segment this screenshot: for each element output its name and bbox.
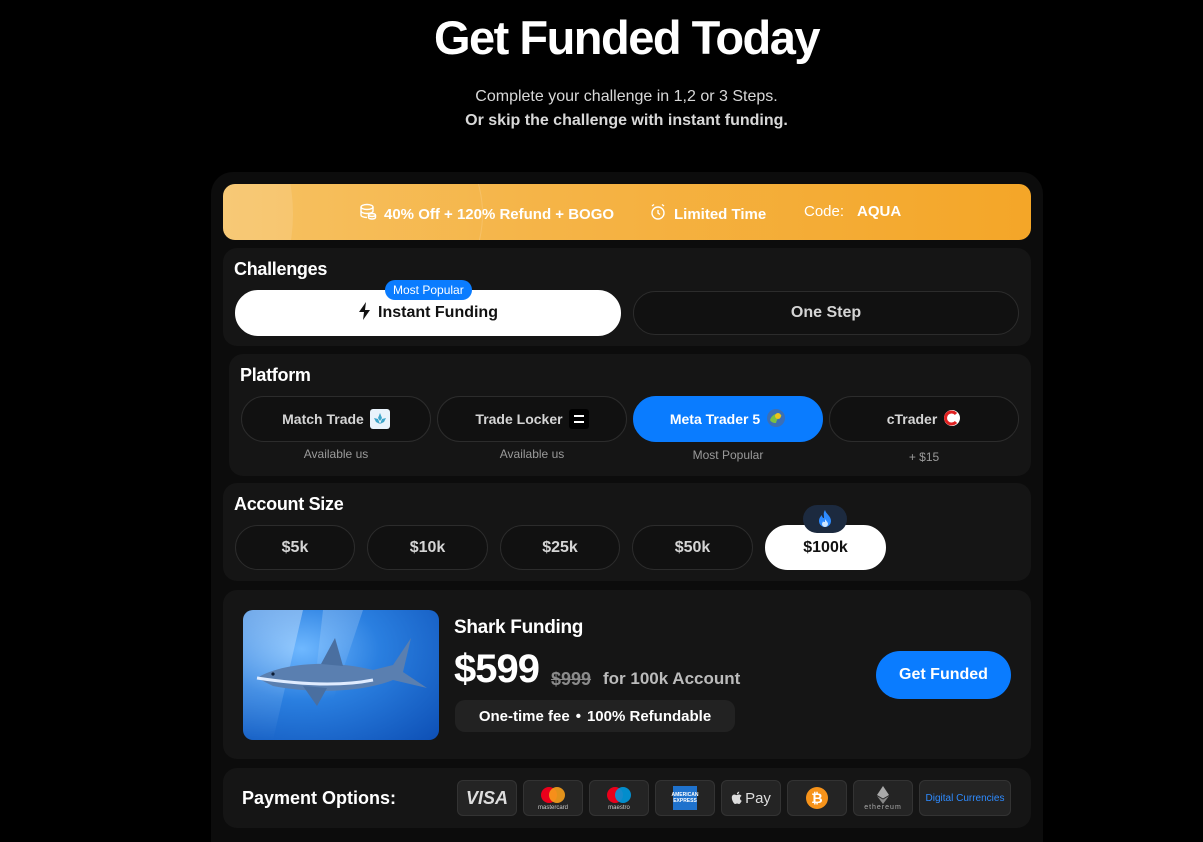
account-size-option-5k[interactable]: $5k [235, 525, 355, 570]
ethereum-icon: ethereum [853, 780, 913, 816]
account-size-option-50k[interactable]: $50k [632, 525, 753, 570]
platform-caption: + $15 [908, 450, 940, 464]
platform-option-meta-trader-5[interactable]: Meta Trader 5 [633, 396, 823, 442]
platform-title: Platform [240, 365, 311, 385]
lightning-icon [358, 301, 372, 325]
platform-option-ctrader[interactable]: cTrader [829, 396, 1019, 442]
amex-icon: AMERICAN EXPRESS [655, 780, 715, 816]
mastercard-icon: mastercard [523, 780, 583, 816]
promo-offer: 40% Off + 120% Refund + BOGO [359, 203, 614, 225]
offer-price: $599 [454, 647, 540, 691]
shark-image [243, 610, 439, 740]
svg-text:₿: ₿ [811, 791, 822, 807]
promo-banner: 40% Off + 120% Refund + BOGO Limited Tim… [223, 184, 1031, 240]
challenges-title: Challenges [234, 259, 328, 279]
page-title: Get Funded Today [433, 11, 821, 64]
hero-subtitle-bold: Or skip the challenge with instant fundi… [465, 112, 788, 129]
bullet-icon: • [575, 707, 581, 725]
apple-pay-icon: Pay [721, 780, 781, 816]
promo-code: Code: AQUA [804, 203, 902, 220]
maestro-icon: maestro [589, 780, 649, 816]
bitcoin-icon: ₿ [787, 780, 847, 816]
trade-locker-logo-icon [568, 409, 589, 429]
alarm-clock-icon [649, 203, 667, 225]
platform-option-match-trade[interactable]: Match Trade [241, 396, 431, 442]
hero-subtitle: Complete your challenge in 1,2 or 3 Step… [475, 88, 778, 105]
fire-icon [803, 505, 847, 533]
coins-icon [359, 203, 377, 225]
platform-caption: Most Popular [692, 448, 764, 462]
account-size-option-10k[interactable]: $10k [367, 525, 488, 570]
offer-name: Shark Funding [454, 617, 584, 638]
get-funded-button[interactable]: Get Funded [876, 651, 1011, 699]
offer-for-text: for 100k Account [603, 669, 741, 688]
promo-limited: Limited Time [649, 203, 766, 225]
platform-option-trade-locker[interactable]: Trade Locker [437, 396, 627, 442]
platform-caption: Available us [499, 447, 565, 461]
match-trade-logo-icon [369, 409, 390, 429]
most-popular-badge: Most Popular [385, 280, 472, 300]
platform-caption: Available us [303, 447, 369, 461]
ctrader-logo-icon [943, 409, 961, 430]
fee-note: One-time fee • 100% Refundable [455, 700, 735, 732]
offer-old-price: $999 [551, 669, 592, 689]
account-size-title: Account Size [234, 494, 344, 514]
account-size-option-25k[interactable]: $25k [500, 525, 620, 570]
challenge-option-one-step[interactable]: One Step [633, 291, 1019, 335]
visa-icon: VISA [457, 780, 517, 816]
payment-label: Payment Options: [242, 788, 397, 808]
meta-trader-logo-icon [766, 408, 786, 431]
promo-code-value[interactable]: AQUA [857, 203, 901, 220]
digital-currencies-icon: Digital Currencies [919, 780, 1011, 816]
